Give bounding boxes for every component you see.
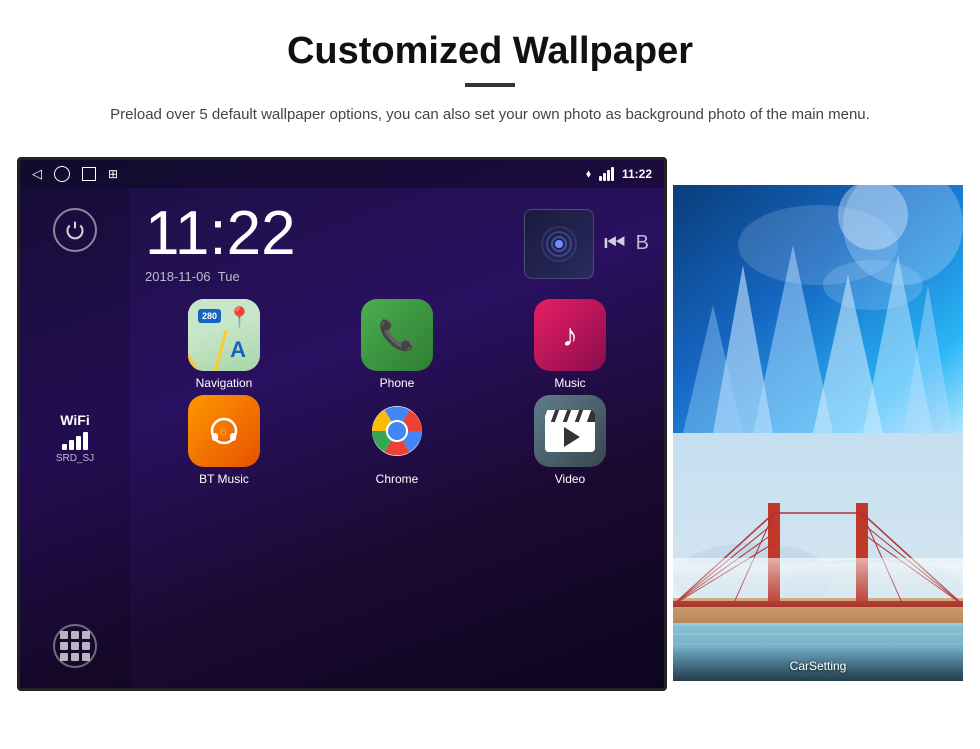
app-grid: 280 📍 A Navigation bbox=[130, 294, 664, 496]
nav-app-icon[interactable]: ⊞ bbox=[108, 167, 118, 181]
android-main: WiFi SRD_SJ bbox=[20, 188, 664, 688]
wallpaper-ice[interactable] bbox=[673, 185, 963, 433]
bridge-svg bbox=[673, 433, 963, 681]
status-bar: ◁ ⊞ ⬧ 11:22 bbox=[20, 160, 664, 188]
status-bar-right: ⬧ 11:22 bbox=[586, 167, 652, 181]
wifi-label: WiFi bbox=[56, 412, 94, 428]
music-icon: ♪ bbox=[562, 317, 578, 354]
clock-time: 11:22 bbox=[145, 203, 509, 265]
android-center: 11:22 2018-11-06 Tue bbox=[130, 188, 664, 688]
chrome-icon bbox=[372, 406, 422, 456]
nav-back-icon[interactable]: ◁ bbox=[32, 166, 42, 182]
nav-pin-icon: 📍 bbox=[227, 305, 252, 330]
title-divider bbox=[465, 83, 515, 87]
clock-area: 11:22 2018-11-06 Tue bbox=[130, 188, 664, 294]
android-sidebar: WiFi SRD_SJ bbox=[20, 188, 130, 688]
nav-road-2 bbox=[213, 330, 228, 371]
carsetting-label: CarSetting bbox=[790, 659, 847, 673]
page-wrapper: Customized Wallpaper Preload over 5 defa… bbox=[0, 0, 980, 711]
signal-bars bbox=[599, 167, 614, 181]
wifi-ssid: SRD_SJ bbox=[56, 453, 94, 464]
page-title: Customized Wallpaper bbox=[60, 30, 920, 73]
app-item-phone[interactable]: 📞 Phone bbox=[313, 299, 481, 390]
chrome-label: Chrome bbox=[376, 472, 419, 486]
phone-icon-bg: 📞 bbox=[361, 299, 433, 371]
apps-button[interactable] bbox=[53, 624, 97, 668]
clock-widgets: ⏮ B bbox=[524, 209, 649, 279]
app-item-btmusic[interactable]: B BT Music bbox=[140, 395, 308, 486]
chrome-icon-bg bbox=[361, 395, 433, 467]
wifi-bars bbox=[56, 432, 94, 450]
btmusic-icon: B bbox=[204, 411, 244, 451]
btmusic-icon-bg: B bbox=[188, 395, 260, 467]
video-clapper-icon bbox=[545, 410, 595, 452]
video-icon-bg bbox=[534, 395, 606, 467]
navigation-label: Navigation bbox=[196, 376, 253, 390]
nav-road-1 bbox=[188, 324, 199, 371]
ice-svg bbox=[673, 185, 963, 433]
location-icon: ⬧ bbox=[586, 168, 591, 181]
status-bar-left: ◁ ⊞ bbox=[32, 166, 118, 182]
app-item-navigation[interactable]: 280 📍 A Navigation bbox=[140, 299, 308, 390]
prev-track-button[interactable]: ⏮ bbox=[604, 230, 626, 258]
app-item-chrome[interactable]: Chrome bbox=[313, 395, 481, 486]
btmusic-label: BT Music bbox=[199, 472, 249, 486]
phone-label: Phone bbox=[380, 376, 415, 390]
video-label: Video bbox=[555, 472, 585, 486]
content-area: ◁ ⊞ ⬧ 11:22 bbox=[0, 137, 980, 711]
clock-date: 2018-11-06 Tue bbox=[145, 269, 509, 284]
status-time: 11:22 bbox=[622, 167, 652, 181]
nav-recent-icon[interactable] bbox=[82, 167, 96, 181]
page-header: Customized Wallpaper Preload over 5 defa… bbox=[0, 0, 980, 137]
nav-badge: 280 bbox=[198, 309, 221, 323]
nav-a-icon: A bbox=[230, 337, 246, 363]
phone-icon: 📞 bbox=[378, 318, 415, 353]
page-description: Preload over 5 default wallpaper options… bbox=[110, 103, 870, 127]
radio-signal-icon bbox=[541, 226, 577, 262]
music-icon-bg: ♪ bbox=[534, 299, 606, 371]
wifi-widget: WiFi SRD_SJ bbox=[56, 412, 94, 464]
app-item-video[interactable]: Video bbox=[486, 395, 654, 486]
bluetooth-button[interactable]: B bbox=[636, 232, 649, 255]
power-button[interactable] bbox=[53, 208, 97, 252]
music-label: Music bbox=[554, 376, 585, 390]
android-screen: ◁ ⊞ ⬧ 11:22 bbox=[17, 157, 667, 691]
svg-text:B: B bbox=[220, 427, 227, 438]
apps-grid-icon bbox=[60, 631, 90, 661]
radio-widget[interactable] bbox=[524, 209, 594, 279]
nav-home-icon[interactable] bbox=[54, 166, 70, 182]
clock-info: 11:22 2018-11-06 Tue bbox=[145, 203, 509, 284]
navigation-icon: 280 📍 A bbox=[188, 299, 260, 371]
wallpaper-thumbs: CarSetting bbox=[673, 185, 963, 681]
app-item-music[interactable]: ♪ Music bbox=[486, 299, 654, 390]
wallpaper-bridge[interactable]: CarSetting bbox=[673, 433, 963, 681]
